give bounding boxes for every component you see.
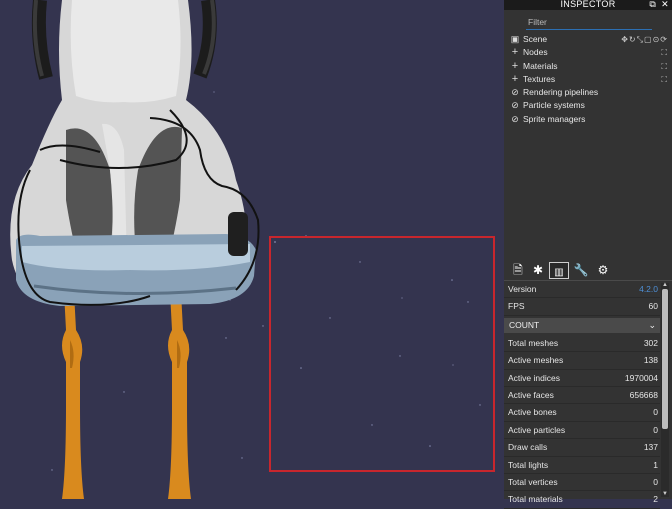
close-icon[interactable]: ✕ xyxy=(661,0,669,9)
stat-value: 0 xyxy=(653,476,658,487)
tree-item-rendering-pipelines[interactable]: ⊘ Rendering pipelines xyxy=(504,86,672,99)
scale-gizmo-icon[interactable]: ⤡ xyxy=(637,35,644,44)
scrollbar-thumb[interactable] xyxy=(662,289,668,429)
stat-label: Active indices xyxy=(508,372,560,383)
chart-icon: ▥ xyxy=(554,267,564,278)
stat-label: Total meshes xyxy=(508,337,559,348)
expand-icon[interactable]: ⛶ xyxy=(661,60,667,73)
bug-icon: ✱ xyxy=(532,263,544,277)
stat-row: Draw calls 137 xyxy=(504,439,660,457)
stat-label: Total vertices xyxy=(508,476,558,487)
tree-item-nodes[interactable]: + Nodes ⛶ xyxy=(504,46,672,59)
settings-tab[interactable]: ⚙ xyxy=(593,262,613,279)
tree-item-materials[interactable]: + Materials ⛶ xyxy=(504,60,672,73)
tree-item-scene[interactable]: ▣ Scene ✥↻⤡▢⊙⟳ xyxy=(504,33,672,46)
statistics-tab[interactable]: ▥ xyxy=(549,262,569,279)
inspector-header: INSPECTOR ⧉ ✕ xyxy=(504,0,672,10)
tree-item-label: Textures xyxy=(523,73,556,84)
stats-scrollbar[interactable]: ▲ ▼ xyxy=(661,282,669,497)
stat-value: 0 xyxy=(653,407,658,418)
tools-tab[interactable]: 🔧 xyxy=(571,262,591,279)
inspector-tabs: 🗎 ✱ ▥ 🔧 ⚙ xyxy=(504,260,672,281)
expand-icon[interactable]: ⛶ xyxy=(661,73,667,86)
blocked-icon: ⊘ xyxy=(511,100,519,111)
inspector-title: INSPECTOR xyxy=(560,0,616,9)
debug-tab[interactable]: ✱ xyxy=(528,262,548,279)
stat-row: Active particles 0 xyxy=(504,422,660,440)
bounding-box-icon[interactable]: ▢ xyxy=(644,35,653,44)
stat-row: Total lights 1 xyxy=(504,457,660,474)
count-section-header[interactable]: COUNT ⌄ xyxy=(504,317,660,333)
filter-input[interactable]: Filter xyxy=(526,15,652,30)
tree-item-label: Particle systems xyxy=(523,100,585,111)
tree-item-label: Materials xyxy=(523,60,558,71)
stat-label: Active particles xyxy=(508,424,566,435)
popout-icon[interactable]: ⧉ xyxy=(649,0,656,9)
stat-value: 2 xyxy=(653,494,658,505)
stat-label: Total materials xyxy=(508,494,563,505)
tree-item-label: Nodes xyxy=(523,47,548,58)
stat-label: Version xyxy=(508,284,537,294)
stat-value: 656668 xyxy=(629,389,658,400)
stat-value: 1 xyxy=(653,459,658,470)
tree-item-sprite-managers[interactable]: ⊘ Sprite managers xyxy=(504,113,672,126)
stat-row: Total materials 2 xyxy=(504,491,660,509)
plus-icon: + xyxy=(511,72,519,85)
rotate-gizmo-icon[interactable]: ↻ xyxy=(629,35,637,44)
stat-label: FPS xyxy=(508,301,525,312)
stat-row: Active indices 1970004 xyxy=(504,370,660,387)
stat-label: Active meshes xyxy=(508,355,564,366)
stat-value: 4.2.0 xyxy=(639,284,658,294)
refresh-icon[interactable]: ⟳ xyxy=(660,35,668,44)
section-title: COUNT xyxy=(509,319,540,330)
inspector-panel: INSPECTOR ⧉ ✕ Filter ▣ Scene ✥↻⤡▢⊙⟳ + Nod… xyxy=(504,0,672,509)
stat-row-fps: FPS 60 xyxy=(504,298,660,316)
scroll-up-icon[interactable]: ▲ xyxy=(661,282,669,288)
scene-toolbar: ✥↻⤡▢⊙⟳ xyxy=(621,33,668,46)
blocked-icon: ⊘ xyxy=(511,87,519,98)
stat-value: 137 xyxy=(643,442,658,453)
expand-icon[interactable]: ⛶ xyxy=(661,46,667,59)
selection-rectangle xyxy=(269,236,495,472)
stat-row: Active meshes 138 xyxy=(504,352,660,370)
statistics-pane: Version 4.2.0 FPS 60 COUNT ⌄ Total meshe… xyxy=(504,281,660,509)
stat-value: 138 xyxy=(643,355,658,366)
tree-item-textures[interactable]: + Textures ⛶ xyxy=(504,73,672,86)
stat-value: 1970004 xyxy=(624,372,658,383)
move-gizmo-icon[interactable]: ✥ xyxy=(621,35,629,44)
scroll-down-icon[interactable]: ▼ xyxy=(661,491,669,497)
scene-icon: ▣ xyxy=(510,34,520,44)
scene-tree: ▣ Scene ✥↻⤡▢⊙⟳ + Nodes ⛶ + Materials ⛶ +… xyxy=(504,33,672,126)
blocked-icon: ⊘ xyxy=(511,113,519,124)
3d-viewport[interactable] xyxy=(0,0,504,499)
stat-value: 302 xyxy=(643,337,658,348)
stat-value: 0 xyxy=(653,424,658,435)
tree-item-particle-systems[interactable]: ⊘ Particle systems xyxy=(504,99,672,112)
stat-row: Active faces 656668 xyxy=(504,387,660,405)
tree-item-label: Sprite managers xyxy=(523,113,586,124)
stat-row: Active bones 0 xyxy=(504,404,660,422)
gear-icon: ⚙ xyxy=(597,263,609,277)
stat-label: Active bones xyxy=(508,407,557,418)
chevron-down-icon: ⌄ xyxy=(648,319,656,330)
document-icon: 🗎 xyxy=(513,263,523,277)
stat-row-version: Version 4.2.0 xyxy=(504,281,660,299)
tree-item-label: Scene xyxy=(523,34,548,44)
tree-item-label: Rendering pipelines xyxy=(523,87,599,98)
plus-icon: + xyxy=(511,46,519,59)
stat-label: Active faces xyxy=(508,389,554,400)
stat-row: Total meshes 302 xyxy=(504,335,660,353)
stat-label: Total lights xyxy=(508,459,549,470)
plus-icon: + xyxy=(511,59,519,72)
stat-label: Draw calls xyxy=(508,442,548,453)
wrench-icon: 🔧 xyxy=(573,263,589,277)
properties-tab[interactable]: 🗎 xyxy=(508,262,528,279)
stat-row: Total vertices 0 xyxy=(504,474,660,492)
stat-value: 60 xyxy=(648,301,658,312)
